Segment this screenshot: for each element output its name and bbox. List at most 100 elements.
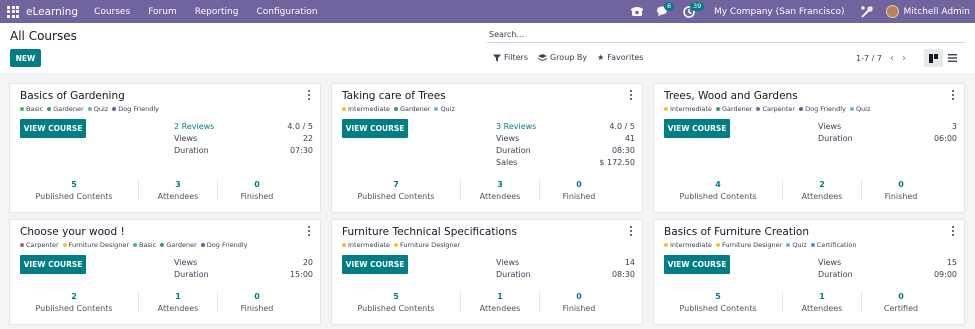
new-button[interactable]: NEW — [10, 49, 41, 67]
footer-stat[interactable]: 5 Published Contents — [332, 280, 460, 324]
footer-stat[interactable]: 4 Published Contents — [654, 168, 782, 212]
tag-color-dot — [664, 243, 668, 247]
footer-stat-value: 1 — [175, 291, 181, 301]
view-course-button[interactable]: VIEW COURSE — [664, 255, 730, 274]
tag-color-dot — [810, 243, 815, 247]
course-card[interactable]: Basics of Gardening Basic Gardener Quiz Dog … — [9, 83, 321, 213]
footer-stat[interactable]: 5 Published Contents — [10, 168, 138, 212]
filters-toggle[interactable]: Filters — [493, 53, 528, 62]
tag-label: Basic — [139, 241, 157, 249]
stat-label: Views — [496, 258, 520, 267]
card-menu-icon[interactable] — [950, 225, 956, 237]
reviews-link[interactable]: 3 Reviews — [496, 121, 536, 133]
favorites-toggle[interactable]: ★ Favorites — [597, 53, 643, 62]
debug-tools-icon[interactable] — [860, 5, 874, 19]
stat-label: Views — [174, 258, 198, 267]
tag-label: Gardener — [399, 105, 431, 113]
company-switcher[interactable]: My Company (San Francisco) — [714, 7, 844, 17]
tag-color-dot — [799, 107, 804, 111]
stat-row: Duration 08:30 — [496, 145, 635, 157]
tag-color-dot — [20, 107, 24, 111]
pager-previous-icon[interactable]: ‹ — [890, 53, 894, 64]
stat-value: 07:30 — [289, 146, 313, 155]
footer-stat[interactable]: 2 Attendees — [783, 168, 861, 212]
menu-reporting[interactable]: Reporting — [195, 7, 239, 17]
footer-stat[interactable]: 0 Certified — [862, 280, 940, 324]
course-title: Choose your wood ! — [20, 226, 125, 238]
tag-label: Carpenter — [762, 105, 796, 113]
view-course-button[interactable]: VIEW COURSE — [342, 119, 408, 138]
course-card[interactable]: Furniture Technical Specifications Interm… — [331, 219, 643, 325]
stat-value: 14 — [624, 258, 635, 267]
user-avatar[interactable] — [886, 5, 900, 18]
course-card[interactable]: Taking care of Trees Intermediate Gardener… — [331, 83, 643, 213]
card-menu-icon[interactable] — [950, 89, 956, 101]
footer-stat-label: Published Contents — [357, 191, 435, 201]
tag: Dog Friendly — [200, 241, 248, 249]
view-course-button[interactable]: VIEW COURSE — [342, 255, 408, 274]
footer-stat[interactable]: 7 Published Contents — [332, 168, 460, 212]
search-input[interactable] — [487, 27, 965, 42]
tag-label: Gardener — [721, 105, 753, 113]
footer-stat-value: 5 — [715, 291, 721, 301]
star-icon: ★ — [597, 53, 605, 62]
view-course-button[interactable]: VIEW COURSE — [20, 255, 86, 274]
footer-stat-value: 0 — [254, 179, 260, 189]
tag-label: Furniture Designer — [68, 241, 130, 249]
footer-stat[interactable]: 3 Attendees — [461, 168, 539, 212]
list-view-icon[interactable] — [943, 49, 962, 67]
menu-configuration[interactable]: Configuration — [256, 7, 317, 17]
course-card[interactable]: Trees, Wood and Gardens Intermediate Garde… — [653, 83, 965, 213]
footer-stat[interactable]: 0 Finished — [540, 168, 618, 212]
view-course-button[interactable]: VIEW COURSE — [664, 119, 730, 138]
groupby-toggle[interactable]: Group By — [537, 53, 587, 62]
tag-list: Intermediate Gardener Quiz — [342, 105, 455, 113]
card-footer: 5 Published Contents 3 Attendees 0 Finished — [10, 168, 320, 212]
course-stats: 3 Reviews 4.0 / 5 Views 41 Duration 08:30 Sale… — [496, 121, 635, 169]
app-menu-icon[interactable] — [6, 5, 20, 19]
footer-stat[interactable]: 1 Attendees — [783, 280, 861, 324]
course-card[interactable]: Choose your wood ! Carpenter Furniture Des… — [9, 219, 321, 325]
course-stats: 2 Reviews 4.0 / 5 Views 22 Duration 07:30 — [174, 121, 313, 157]
footer-stat[interactable]: 1 Attendees — [139, 280, 217, 324]
messages-icon[interactable]: 6 — [656, 1, 675, 19]
footer-stat-label: Published Contents — [357, 303, 435, 313]
card-menu-icon[interactable] — [628, 225, 634, 237]
tag-label: Gardener — [166, 241, 197, 249]
menu-forum[interactable]: Forum — [148, 7, 177, 17]
tag: Gardener — [715, 105, 753, 113]
tag: Furniture Designer — [62, 241, 130, 249]
card-menu-icon[interactable] — [306, 89, 312, 101]
footer-stat[interactable]: 3 Attendees — [139, 168, 217, 212]
footer-stat[interactable]: 0 Finished — [540, 280, 618, 324]
stat-row: Views 14 — [496, 257, 635, 269]
footer-stat[interactable]: 0 Finished — [218, 280, 296, 324]
footer-stat[interactable]: 1 Attendees — [461, 280, 539, 324]
card-menu-icon[interactable] — [628, 89, 634, 101]
menu-courses[interactable]: Courses — [94, 7, 130, 17]
stat-row: Views 41 — [496, 133, 635, 145]
footer-stat-value: 4 — [715, 179, 721, 189]
tag-label: Basic — [26, 105, 44, 113]
pager-next-icon[interactable]: › — [902, 53, 906, 64]
footer-stat[interactable]: 0 Finished — [218, 168, 296, 212]
main-menu: Courses Forum Reporting Configuration — [94, 7, 317, 17]
footer-stat-label: Attendees — [479, 191, 521, 201]
tag-color-dot — [133, 243, 138, 247]
view-course-button[interactable]: VIEW COURSE — [20, 119, 86, 138]
phone-icon[interactable] — [630, 5, 644, 19]
footer-stat[interactable]: 2 Published Contents — [10, 280, 138, 324]
course-card[interactable]: Basics of Furniture Creation Intermediate… — [653, 219, 965, 325]
reviews-link[interactable]: 2 Reviews — [174, 121, 214, 133]
course-stats: Views 20 Duration 15:00 — [174, 257, 313, 281]
card-menu-icon[interactable] — [306, 225, 312, 237]
activities-icon[interactable]: 39 — [682, 1, 705, 19]
footer-stat-label: Attendees — [801, 191, 843, 201]
user-menu[interactable]: Mitchell Admin — [903, 7, 970, 17]
footer-stat[interactable]: 5 Published Contents — [654, 280, 782, 324]
tag: Basic — [133, 241, 156, 249]
kanban-view-icon[interactable] — [924, 49, 943, 67]
pager-value[interactable]: 1-7 / 7 — [856, 54, 882, 63]
footer-stat[interactable]: 0 Finished — [862, 168, 940, 212]
app-brand[interactable]: eLearning — [26, 6, 78, 18]
